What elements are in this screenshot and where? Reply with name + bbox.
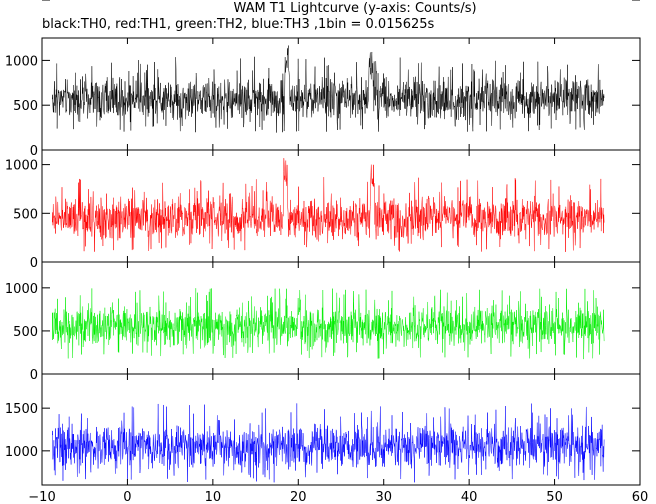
panels-group: 05001000050010000500100010001500750 [5, 0, 641, 486]
lightcurve-figure: WAM T1 Lightcurve (y-axis: Counts/s) bla… [5, 0, 649, 504]
y-tick-label: 500 [13, 99, 38, 114]
y-tick-label: 0 [30, 256, 38, 271]
y-tick-label: 1000 [5, 445, 38, 460]
y-tick-label: 1500 [5, 402, 38, 417]
panel-th3: 1000 1500 750 [5, 0, 641, 486]
y-tick-label: 0 [30, 144, 38, 159]
y-tick-label: 500 [13, 325, 38, 340]
series-line-th3 [52, 403, 605, 483]
y-tick-label: 0 [30, 368, 38, 383]
x-tick-label: 40 [461, 490, 478, 504]
series-line-th0 [52, 45, 605, 133]
y-tick-label: 750 [13, 0, 38, 4]
series-line-th2 [52, 288, 605, 360]
panel-th2: 0 500 1000 [5, 261, 641, 383]
x-tick-label: 20 [290, 490, 307, 504]
y-tick-label: 1000 [5, 282, 38, 297]
panel-th1: 0 500 1000 [5, 149, 641, 271]
x-tick-label: 0 [123, 490, 131, 504]
y-tick-label: 1000 [5, 54, 38, 69]
y-tick-label: 500 [13, 207, 38, 222]
y-tick-label: 1000 [5, 159, 38, 174]
panel-th0: 0 500 1000 [5, 37, 641, 159]
chart-subtitle: black:TH0, red:TH1, green:TH2, blue:TH3 … [42, 17, 435, 32]
x-tick-label: −10 [28, 490, 55, 504]
series-line-th1 [52, 158, 605, 252]
x-tick-label: 10 [205, 490, 222, 504]
chart-title: WAM T1 Lightcurve (y-axis: Counts/s) [233, 1, 476, 16]
x-tick-label: 60 [632, 490, 649, 504]
x-tick-label: 50 [546, 490, 563, 504]
panel-frame [41, 261, 641, 375]
x-tick-label: 30 [375, 490, 392, 504]
